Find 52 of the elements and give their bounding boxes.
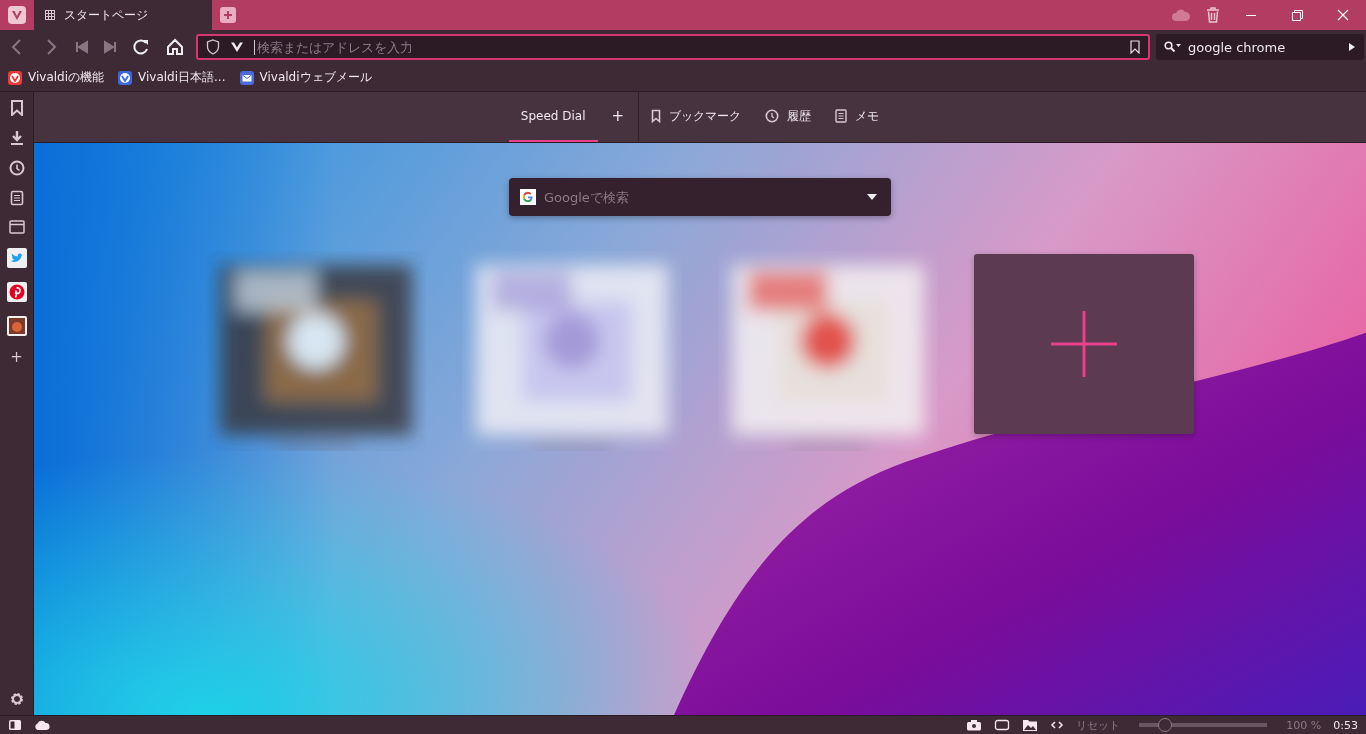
bookmark-link[interactable]: Vivaldiウェブメール bbox=[239, 69, 372, 86]
code-icon[interactable] bbox=[1050, 720, 1065, 730]
clock-icon bbox=[765, 109, 780, 123]
search-field[interactable]: Googleで検索 bbox=[544, 189, 859, 205]
search-icon bbox=[1164, 41, 1182, 53]
panel-tab[interactable]: ブックマーク bbox=[639, 92, 754, 142]
tab[interactable]: スタートページ bbox=[34, 0, 212, 30]
vivaldi-icon bbox=[118, 70, 133, 85]
search-bar[interactable]: google chrome bbox=[1156, 34, 1364, 60]
window-icon[interactable] bbox=[994, 719, 1011, 731]
bookmark-icon[interactable] bbox=[9, 100, 24, 116]
pin-icon[interactable] bbox=[6, 282, 27, 302]
address-field[interactable]: 検索またはアドレスを入力 bbox=[254, 39, 1120, 55]
vivaldi-logo-icon bbox=[10, 8, 24, 22]
dropdown-icon[interactable] bbox=[867, 194, 877, 200]
camera-icon[interactable] bbox=[966, 719, 983, 731]
trash-icon[interactable] bbox=[1206, 7, 1220, 23]
bird-icon[interactable] bbox=[6, 248, 27, 268]
bookmark-link[interactable]: Vivaldiの機能 bbox=[8, 69, 105, 86]
address-bar[interactable]: 検索またはアドレスを入力 bbox=[196, 34, 1150, 60]
download-icon[interactable] bbox=[8, 130, 25, 146]
google-icon bbox=[520, 189, 536, 205]
search-bar[interactable]: Googleで検索 bbox=[509, 178, 891, 216]
notes-icon bbox=[835, 109, 848, 123]
bookmark-icon[interactable] bbox=[1130, 40, 1140, 54]
cloud-icon[interactable] bbox=[34, 720, 50, 730]
image-icon[interactable] bbox=[1022, 718, 1039, 732]
search-field[interactable]: google chrome bbox=[1188, 39, 1342, 55]
avatar-icon[interactable] bbox=[6, 316, 27, 336]
panel-tab[interactable]: メモ bbox=[823, 92, 892, 142]
vivaldi-icon bbox=[8, 70, 22, 85]
grid-icon bbox=[44, 9, 56, 21]
play-icon[interactable] bbox=[1348, 42, 1356, 52]
notes-icon[interactable] bbox=[9, 190, 24, 206]
plus-icon bbox=[1051, 311, 1117, 377]
mail-icon bbox=[239, 70, 254, 85]
settings-icon[interactable] bbox=[8, 691, 25, 707]
zoom-level: 100 % bbox=[1286, 718, 1322, 732]
shield-icon bbox=[206, 39, 220, 55]
add-tab-button[interactable]: + bbox=[597, 92, 640, 142]
add-panel-button[interactable]: + bbox=[10, 350, 23, 364]
plus-icon bbox=[223, 10, 233, 20]
clock-text: 0:53 bbox=[1333, 718, 1358, 732]
vivaldi-menu-button[interactable] bbox=[8, 6, 26, 24]
bookmark-link[interactable]: Vivaldi日本語... bbox=[118, 69, 226, 86]
v-icon bbox=[230, 41, 244, 53]
bookmark-icon bbox=[651, 109, 662, 123]
panel-toggle-icon[interactable] bbox=[8, 719, 22, 731]
new-tab-button[interactable] bbox=[220, 7, 236, 23]
panel-tab[interactable]: 履歴 bbox=[753, 92, 824, 142]
clock-icon[interactable] bbox=[8, 160, 25, 176]
window-icon[interactable] bbox=[8, 220, 25, 234]
